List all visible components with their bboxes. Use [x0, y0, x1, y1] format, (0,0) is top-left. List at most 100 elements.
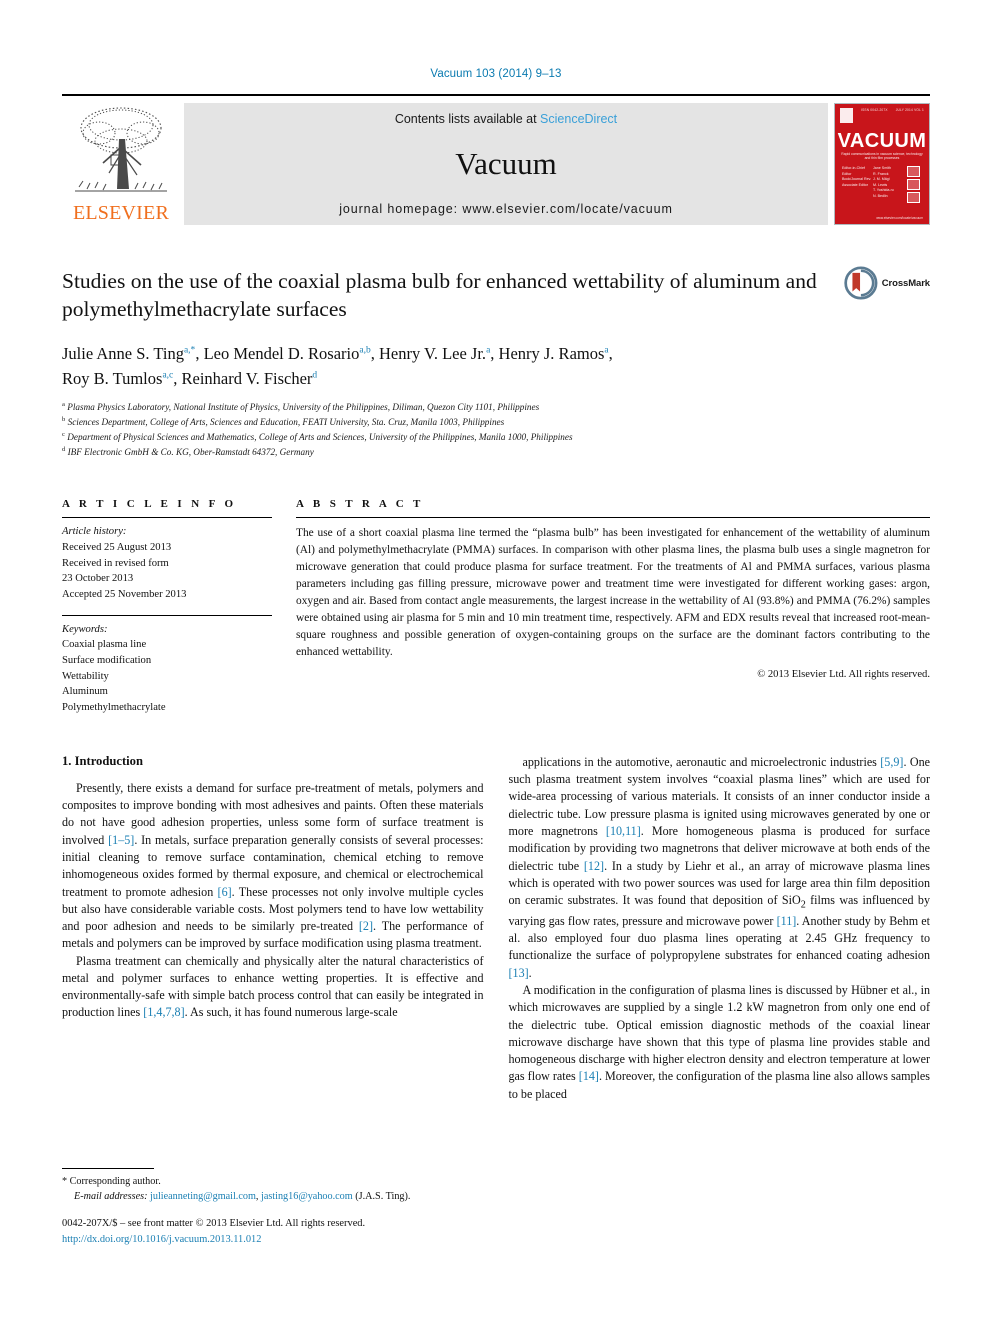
email-suffix: (J.A.S. Ting). — [352, 1191, 411, 1203]
affiliation-item: b Sciences Department, College of Arts, … — [62, 416, 505, 428]
body-column-left: 1. Introduction Presently, there exists … — [62, 754, 484, 1103]
citation-reference[interactable]: [14] — [579, 1069, 599, 1083]
doi-link[interactable]: http://dx.doi.org/10.1016/j.vacuum.2013.… — [62, 1234, 261, 1245]
crossmark-badge[interactable]: CrossMark — [844, 263, 930, 303]
crossmark-label: CrossMark — [881, 277, 930, 289]
keyword-item: Aluminum — [62, 686, 108, 698]
contents-line: Contents lists available at ScienceDirec… — [395, 112, 617, 126]
abstract-heading: A B S T R A C T — [296, 498, 424, 511]
abstract-text: The use of a short coaxial plasma line t… — [296, 527, 930, 658]
author-affiliation-mark: a — [604, 345, 609, 356]
cover-volume: JULY 2014 VOL 1 — [895, 108, 924, 112]
affiliation-item: d IBF Electronic GmbH & Co. KG, Ober-Ram… — [62, 446, 314, 458]
body-paragraph: Presently, there exists a demand for sur… — [62, 780, 484, 951]
affiliation-mark: c — [62, 431, 65, 439]
journal-homepage[interactable]: journal homepage: www.elsevier.com/locat… — [339, 202, 673, 216]
cover-issn: ISSN 0042-207X — [860, 108, 888, 112]
elsevier-wordmark: ELSEVIER — [72, 202, 170, 224]
body-paragraph: A modification in the configuration of p… — [508, 983, 931, 1101]
elsevier-logo: ELSEVIER — [62, 103, 180, 225]
cover-title: VACUUM — [837, 130, 927, 152]
citation-reference[interactable]: [10,11] — [606, 824, 641, 838]
paper-page: Vacuum 103 (2014) 9–13 ELSEVIER Contents… — [0, 0, 992, 1323]
article-info-heading: A R T I C L E I N F O — [62, 498, 237, 511]
citation-reference[interactable]: [11] — [777, 914, 797, 928]
author-affiliation-mark: a — [486, 345, 491, 356]
author-affiliation-mark: a,b — [359, 345, 371, 356]
affiliation-list: a Plasma Physics Laboratory, National In… — [62, 400, 930, 460]
citation-reference[interactable]: [1,4,7,8] — [143, 1005, 184, 1019]
running-head: Vacuum 103 (2014) 9–13 — [430, 68, 562, 80]
keyword-item: Surface modification — [62, 655, 152, 667]
citation-reference[interactable]: [2] — [359, 919, 373, 933]
contents-prefix: Contents lists available at — [394, 112, 541, 126]
journal-header: ELSEVIER Contents lists available at Sci… — [62, 94, 930, 225]
cover-editors-names: Jane Smith R. Franck J. M. Mägi M. Lewis… — [873, 166, 894, 198]
section-heading-introduction: 1. Introduction — [62, 753, 143, 768]
citation-reference[interactable]: [5,9] — [880, 755, 903, 769]
citation-reference[interactable]: [1–5] — [108, 833, 134, 847]
keywords-label: Keywords: — [62, 623, 108, 635]
keyword-item: Coaxial plasma line — [62, 639, 147, 651]
author-name: Reinhard V. Fischer — [181, 368, 313, 388]
corresponding-author-note: * Corresponding author. — [62, 1176, 161, 1187]
footnote-divider — [62, 1168, 154, 1169]
citation-reference[interactable]: [6] — [218, 885, 232, 899]
title-block: CrossMark Studies on the use of the coax… — [62, 266, 930, 460]
crossmark-icon — [844, 266, 878, 300]
cover-image-strip — [907, 166, 920, 205]
footnote-block: * Corresponding author. E-mail addresses… — [62, 1168, 472, 1205]
citation-reference[interactable]: [12] — [584, 859, 604, 873]
info-abstract-row: A R T I C L E I N F O Article history: R… — [62, 498, 930, 715]
author-list: Julie Anne S. Tinga,*, Leo Mendel D. Ros… — [62, 342, 930, 392]
author-name: Henry J. Ramos — [498, 343, 605, 363]
cover-subtitle: Rapid communications in vacuum science, … — [841, 152, 923, 160]
journal-title: Vacuum — [455, 145, 557, 181]
article-history: Article history: Received 25 August 2013… — [62, 518, 272, 602]
keyword-item: Wettability — [62, 670, 109, 682]
article-info-column: A R T I C L E I N F O Article history: R… — [62, 498, 272, 715]
citation-reference[interactable]: [13] — [509, 966, 529, 980]
email-label: E-mail addresses: — [74, 1191, 148, 1203]
email-link-2[interactable]: jasting16@yahoo.com — [261, 1191, 353, 1202]
author-line-1: Julie Anne S. Tinga,*, Leo Mendel D. Ros… — [62, 343, 613, 363]
abstract-column: A B S T R A C T The use of a short coaxi… — [296, 498, 930, 715]
cover-bottom-note: www.elsevier.com/locate/vacuum — [876, 216, 923, 220]
body-columns: 1. Introduction Presently, there exists … — [62, 754, 930, 1103]
email-link-1[interactable]: julieanneting@gmail.com — [150, 1191, 256, 1202]
journal-band: Contents lists available at ScienceDirec… — [184, 103, 828, 225]
affiliation-mark: b — [62, 416, 66, 424]
affiliation-mark: d — [62, 446, 66, 454]
author-affiliation-mark: a,c — [162, 370, 174, 380]
sciencedirect-link[interactable]: ScienceDirect — [540, 112, 617, 126]
article-history-item: Received 25 August 2013 — [62, 542, 172, 554]
affiliation-mark: a — [62, 401, 65, 409]
cover-elsevier-mark-icon — [840, 108, 853, 123]
body-paragraph: applications in the automotive, aeronaut… — [508, 754, 931, 980]
cover-top-row: ISSN 0042-207X JULY 2014 VOL 1 — [840, 108, 924, 123]
author-affiliation-mark: d — [312, 370, 318, 380]
elsevier-tree-icon — [75, 107, 167, 192]
author-name: Roy B. Tumlos — [62, 368, 163, 388]
journal-cover-thumbnail: ISSN 0042-207X JULY 2014 VOL 1 VACUUM Ra… — [834, 103, 930, 225]
affiliation-item: c Department of Physical Sciences and Ma… — [62, 431, 573, 443]
author-line-2: Roy B. Tumlosa,c, Reinhard V. Fischerd — [62, 368, 318, 388]
author-affiliation-mark: a,* — [183, 345, 196, 356]
body-column-right: applications in the automotive, aeronaut… — [509, 754, 931, 1103]
keywords-block: Keywords: Coaxial plasma line Surface mod… — [62, 616, 272, 716]
email-note: E-mail addresses: julieanneting@gmail.co… — [62, 1189, 472, 1204]
article-history-label: Article history: — [62, 526, 127, 538]
abstract-copyright: © 2013 Elsevier Ltd. All rights reserved… — [757, 669, 930, 681]
article-history-item: Accepted 25 November 2013 — [62, 589, 187, 601]
keyword-item: Polymethylmethacrylate — [62, 702, 166, 714]
author-name: Leo Mendel D. Rosario — [203, 343, 360, 363]
author-name: Henry V. Lee Jr. — [378, 343, 487, 363]
footer-block: 0042-207X/$ – see front matter © 2013 El… — [62, 1216, 562, 1247]
author-name: Julie Anne S. Ting — [62, 343, 184, 363]
affiliation-item: a Plasma Physics Laboratory, National In… — [62, 401, 540, 413]
page-title: Studies on the use of the coaxial plasma… — [62, 269, 817, 322]
article-history-item: 23 October 2013 — [62, 573, 134, 585]
issn-copyright-line: 0042-207X/$ – see front matter © 2013 El… — [62, 1218, 366, 1229]
article-history-item: Received in revised form — [62, 557, 169, 569]
cover-editors-labels: Editor-in-Chief Editor Book/Journal Rev.… — [842, 166, 872, 187]
